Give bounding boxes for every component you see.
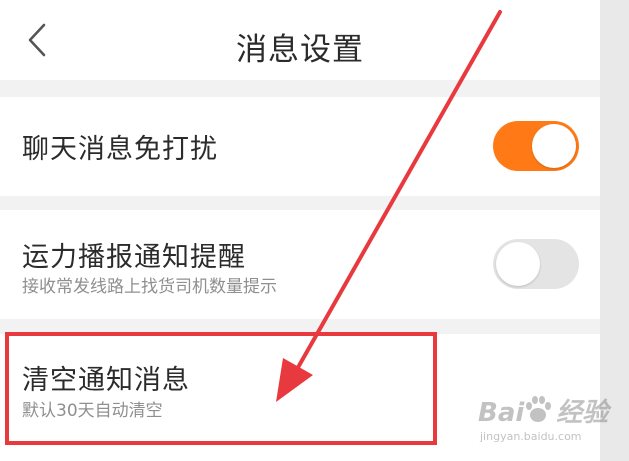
clear-notifications-description: 默认30天自动清空	[22, 401, 163, 421]
broadcast-toggle[interactable]	[493, 239, 579, 289]
nav-bar: 消息设置	[0, 0, 600, 80]
toggle-knob	[532, 124, 576, 168]
setting-row-broadcast: 运力播报通知提醒 接收常发线路上找货司机数量提示	[0, 210, 600, 319]
settings-screen: 消息设置 聊天消息免打扰 运力播报通知提醒 接收常发线路上找货司机数量提示 清空…	[0, 0, 600, 461]
page-edge	[600, 0, 629, 461]
dnd-label: 聊天消息免打扰	[22, 134, 218, 165]
toggle-knob	[496, 242, 540, 286]
dnd-toggle[interactable]	[493, 121, 579, 171]
clear-notifications-row[interactable]: 清空通知消息 默认30天自动清空	[0, 334, 600, 461]
broadcast-label: 运力播报通知提醒	[22, 242, 246, 273]
setting-row-dnd: 聊天消息免打扰	[0, 97, 600, 196]
page-title: 消息设置	[236, 32, 364, 68]
broadcast-description: 接收常发线路上找货司机数量提示	[22, 277, 277, 297]
clear-notifications-label: 清空通知消息	[22, 365, 190, 396]
